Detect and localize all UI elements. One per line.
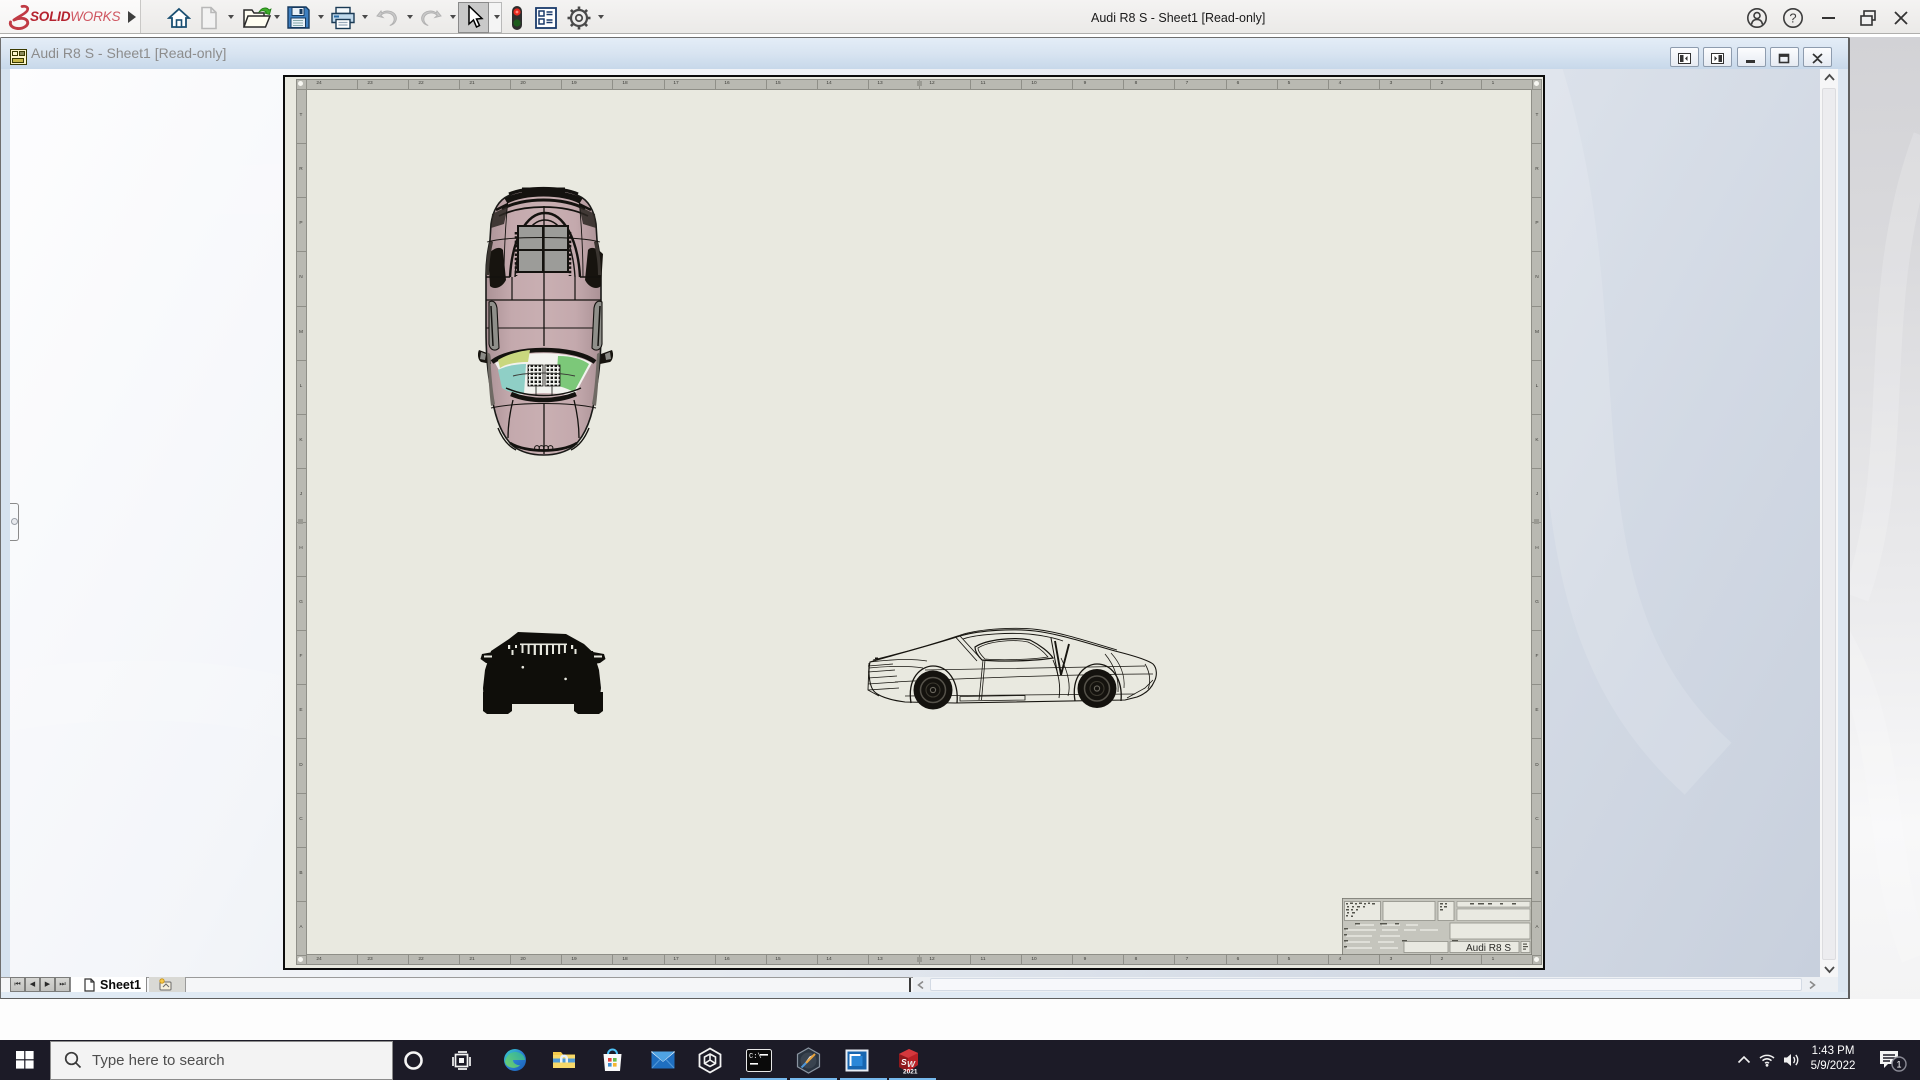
svg-text:1: 1 [1896, 1060, 1901, 1070]
svg-text:Audi R8 S: Audi R8 S [1466, 943, 1511, 954]
svg-text:C:\: C:\ [749, 1053, 762, 1061]
svg-text:?: ? [1789, 11, 1796, 26]
svg-text:2021: 2021 [903, 1069, 918, 1075]
svg-text:W: W [907, 1059, 916, 1069]
